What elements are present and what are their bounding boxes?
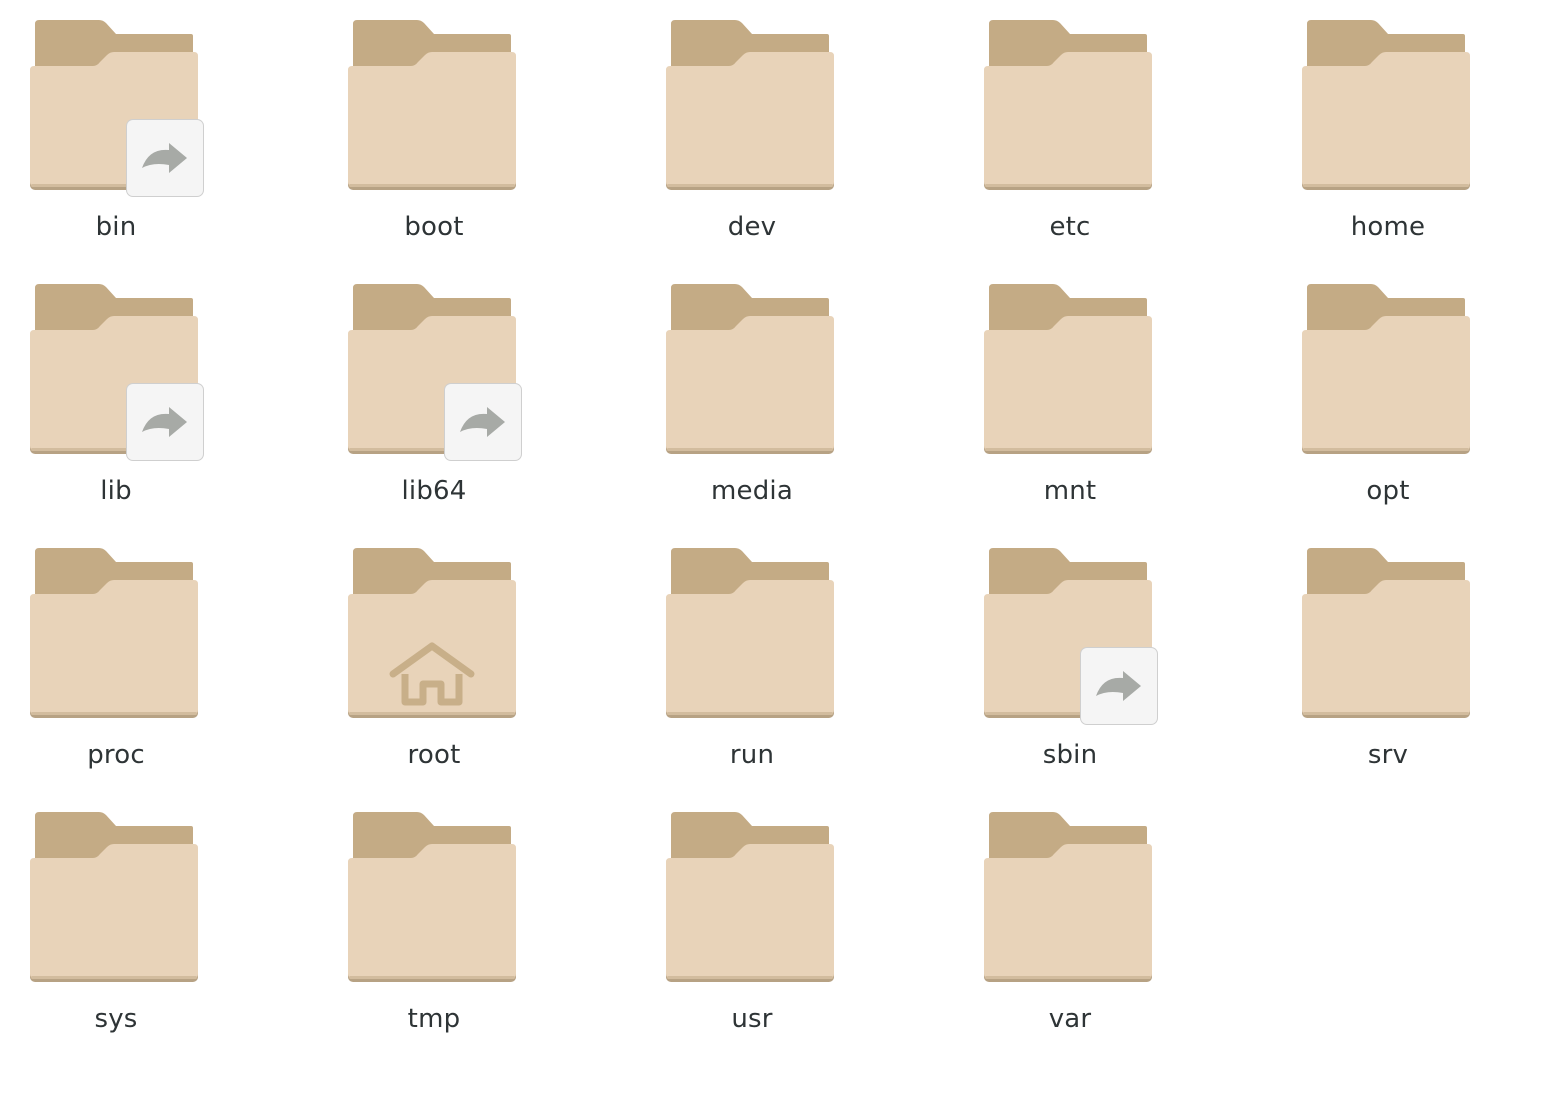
folder-item-etc[interactable]: etc xyxy=(956,8,1216,258)
folder-icon xyxy=(649,20,849,210)
folder-label: root xyxy=(407,740,461,770)
folder-icon xyxy=(967,812,1167,1002)
folder-item-mnt[interactable]: mnt xyxy=(956,272,1216,522)
symlink-icon xyxy=(125,118,205,198)
folder-icon xyxy=(13,20,213,210)
folder-item-media[interactable]: media xyxy=(638,272,898,522)
folder-label: srv xyxy=(1367,740,1409,770)
folder-label: usr xyxy=(731,1004,773,1034)
folder-item-dev[interactable]: dev xyxy=(638,8,898,258)
folder-icon xyxy=(649,284,849,474)
folder-item-lib64[interactable]: lib64 xyxy=(320,272,580,522)
home-icon xyxy=(387,640,477,710)
symlink-icon xyxy=(443,382,523,462)
folder-item-opt[interactable]: opt xyxy=(1274,272,1534,522)
folder-item-proc[interactable]: proc xyxy=(2,536,262,786)
folder-label: media xyxy=(711,476,793,506)
folder-item-usr[interactable]: usr xyxy=(638,800,898,1050)
folder-icon xyxy=(13,548,213,738)
folder-item-sbin[interactable]: sbin xyxy=(956,536,1216,786)
folder-icon xyxy=(13,812,213,1002)
folder-grid: bin boot dev etc home lib lib64 media mnt opt proc… xyxy=(0,0,1568,1100)
folder-item-run[interactable]: run xyxy=(638,536,898,786)
folder-icon xyxy=(967,20,1167,210)
folder-icon xyxy=(1285,20,1485,210)
folder-item-lib[interactable]: lib xyxy=(2,272,262,522)
folder-item-boot[interactable]: boot xyxy=(320,8,580,258)
folder-label: var xyxy=(1048,1004,1092,1034)
folder-icon xyxy=(331,284,531,474)
folder-icon xyxy=(1285,284,1485,474)
folder-label: mnt xyxy=(1043,476,1097,506)
folder-label: bin xyxy=(95,212,137,242)
folder-label: home xyxy=(1350,212,1426,242)
folder-icon xyxy=(331,812,531,1002)
folder-icon xyxy=(967,548,1167,738)
folder-label: dev xyxy=(727,212,777,242)
symlink-icon xyxy=(125,382,205,462)
folder-icon xyxy=(649,548,849,738)
folder-item-home[interactable]: home xyxy=(1274,8,1534,258)
folder-label: sbin xyxy=(1042,740,1098,770)
folder-label: sys xyxy=(94,1004,138,1034)
folder-item-root[interactable]: root xyxy=(320,536,580,786)
folder-label: boot xyxy=(404,212,464,242)
folder-label: opt xyxy=(1366,476,1410,506)
folder-icon xyxy=(1285,548,1485,738)
folder-label: tmp xyxy=(407,1004,461,1034)
folder-label: proc xyxy=(87,740,145,770)
folder-item-tmp[interactable]: tmp xyxy=(320,800,580,1050)
folder-icon xyxy=(649,812,849,1002)
folder-label: lib xyxy=(100,476,132,506)
folder-label: lib64 xyxy=(401,476,467,506)
folder-icon xyxy=(13,284,213,474)
symlink-icon xyxy=(1079,646,1159,726)
folder-icon xyxy=(331,548,531,738)
folder-item-bin[interactable]: bin xyxy=(2,8,262,258)
folder-item-var[interactable]: var xyxy=(956,800,1216,1050)
folder-icon xyxy=(331,20,531,210)
folder-label: run xyxy=(729,740,775,770)
folder-item-sys[interactable]: sys xyxy=(2,800,262,1050)
folder-item-srv[interactable]: srv xyxy=(1274,536,1534,786)
folder-label: etc xyxy=(1049,212,1091,242)
folder-icon xyxy=(967,284,1167,474)
